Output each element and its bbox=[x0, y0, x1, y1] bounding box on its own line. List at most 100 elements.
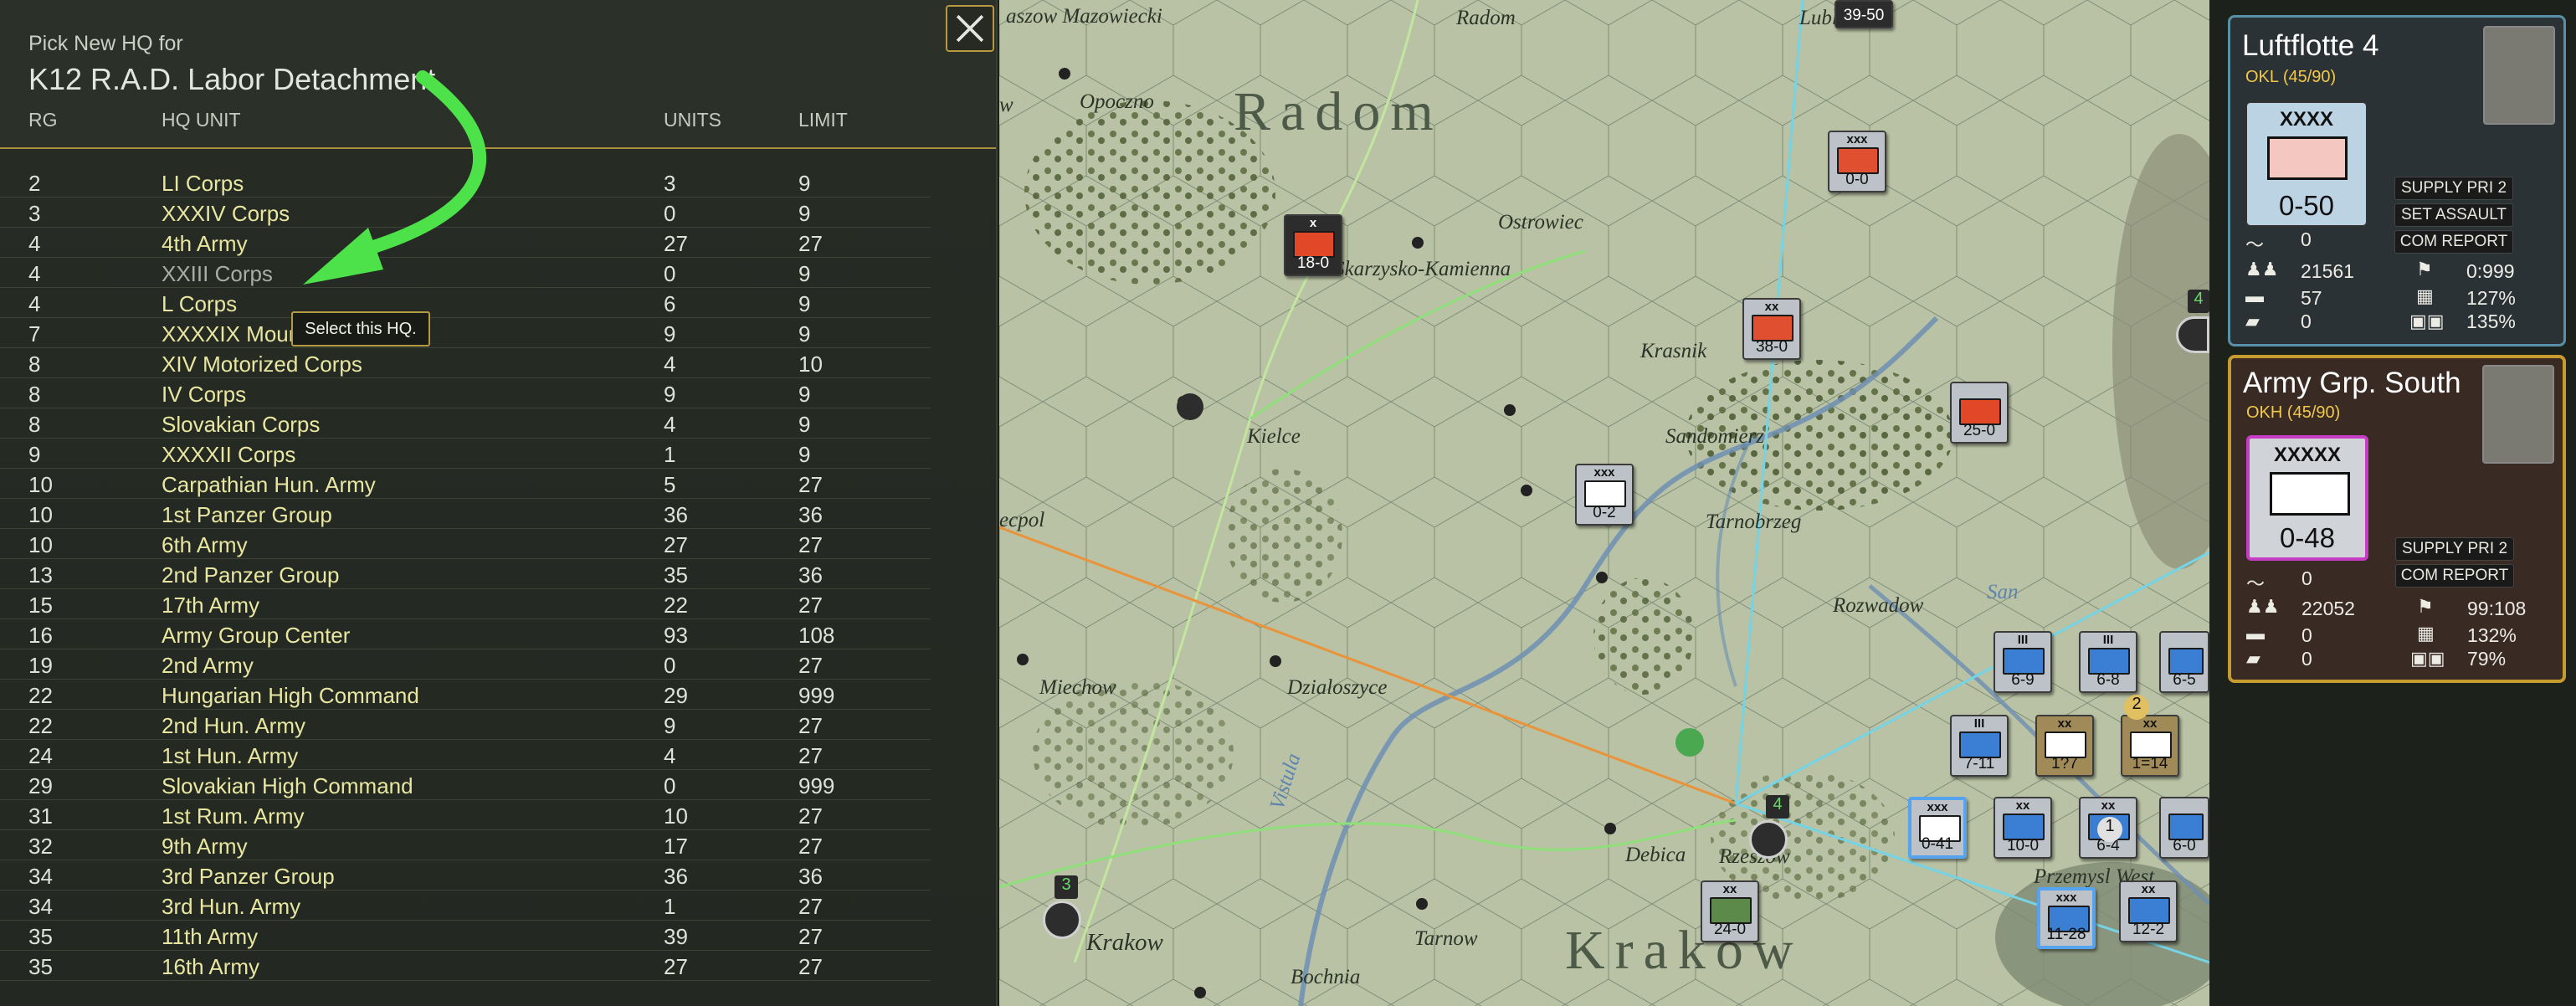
hq-row-name[interactable]: Army Group Center bbox=[162, 623, 350, 649]
column-header-units[interactable]: UNITS bbox=[664, 109, 721, 131]
unit-counter[interactable]: III 6-8 bbox=[2079, 631, 2137, 693]
hq-row-rg: 24 bbox=[28, 743, 53, 768]
hq-list-row[interactable]: 4 L Corps 6 9 bbox=[0, 288, 931, 318]
hq-list-row[interactable]: 32 9th Army 17 27 bbox=[0, 830, 931, 860]
hq-list-row[interactable]: 4 XXIII Corps 0 9 bbox=[0, 258, 931, 288]
hq-row-name[interactable]: Hungarian High Command bbox=[162, 683, 419, 709]
hq-card-name: Luftflotte 4 bbox=[2242, 29, 2379, 62]
unit-counter[interactable]: xx 12-2 bbox=[2119, 880, 2178, 942]
hq-row-name[interactable]: XXXXII Corps bbox=[162, 442, 295, 468]
hq-list-row[interactable]: 34 3rd Panzer Group 36 36 bbox=[0, 860, 931, 891]
hq-card-army-group-south[interactable]: Army Grp. South OKH (45/90) XXXXX 0-48 S… bbox=[2228, 355, 2566, 683]
game-map[interactable]: Radom Krakow aszow Mazowiecki Radom Lubl… bbox=[999, 0, 2209, 1006]
column-header-limit[interactable]: LIMIT bbox=[798, 109, 848, 131]
column-header-rg[interactable]: RG bbox=[28, 109, 58, 131]
hq-row-units: 27 bbox=[664, 231, 688, 256]
hq-list-row[interactable]: 31 1st Rum. Army 10 27 bbox=[0, 800, 931, 830]
hq-row-name[interactable]: XXIII Corps bbox=[162, 261, 273, 287]
hq-row-name[interactable]: Carpathian Hun. Army bbox=[162, 472, 376, 498]
hq-row-name[interactable]: 1st Panzer Group bbox=[162, 502, 332, 528]
unit-counter[interactable]: 6-0 bbox=[2159, 797, 2209, 859]
hq-list-row[interactable]: 35 16th Army 27 27 bbox=[0, 951, 931, 981]
hq-row-name[interactable]: 2nd Hun. Army bbox=[162, 713, 305, 739]
hq-list-row[interactable]: 24 1st Hun. Army 4 27 bbox=[0, 740, 931, 770]
hq-list-row[interactable]: 16 Army Group Center 93 108 bbox=[0, 619, 931, 649]
unit-counter[interactable]: xxx 11-28 bbox=[2037, 887, 2096, 949]
hq-list-row[interactable]: 34 3rd Hun. Army 1 27 bbox=[0, 891, 931, 921]
hq-list-row[interactable]: 7 XXXXIX Mountain Corps 9 9 bbox=[0, 318, 931, 348]
unit-counter[interactable]: x 18-0 bbox=[1284, 214, 1342, 276]
hq-list-row[interactable]: 10 6th Army 27 27 bbox=[0, 529, 931, 559]
unit-counter[interactable]: xx 10-0 bbox=[1994, 797, 2052, 859]
hq-row-name[interactable]: XIV Motorized Corps bbox=[162, 352, 362, 377]
hq-list-row[interactable]: 4 4th Army 27 27 bbox=[0, 228, 931, 258]
com-report-button[interactable]: COM REPORT bbox=[2395, 564, 2514, 588]
hq-selection-panel: Pick New HQ for K12 R.A.D. Labor Detachm… bbox=[0, 0, 998, 1006]
hq-row-name[interactable]: 17th Army bbox=[162, 593, 259, 618]
hq-row-name[interactable]: 1st Rum. Army bbox=[162, 803, 304, 829]
hq-row-name[interactable]: 11th Army bbox=[162, 924, 258, 950]
unit-counter[interactable]: xx 1=14 bbox=[2121, 715, 2179, 777]
hq-row-name[interactable]: 16th Army bbox=[162, 954, 259, 980]
train-unit-icon[interactable] bbox=[2176, 316, 2209, 353]
unit-counter[interactable]: xxx 0-0 bbox=[1828, 131, 1886, 192]
hq-list-row[interactable]: 8 XIV Motorized Corps 4 10 bbox=[0, 348, 931, 378]
hq-row-name[interactable]: 6th Army bbox=[162, 532, 248, 558]
hq-card-luftflotte[interactable]: Luftflotte 4 OKL (45/90) XXXX 0-50 SUPPL… bbox=[2228, 15, 2566, 346]
unit-counter[interactable]: xxx 0-41 bbox=[1908, 797, 1967, 859]
hq-row-name[interactable]: L Corps bbox=[162, 291, 237, 317]
hq-list-row[interactable]: 15 17th Army 22 27 bbox=[0, 589, 931, 619]
com-report-button[interactable]: COM REPORT bbox=[2394, 230, 2513, 254]
hq-row-units: 5 bbox=[664, 472, 676, 497]
hq-list-row[interactable]: 29 Slovakian High Command 0 999 bbox=[0, 770, 931, 800]
hq-list-row[interactable]: 10 1st Panzer Group 36 36 bbox=[0, 499, 931, 529]
column-header-hq-unit[interactable]: HQ UNIT bbox=[162, 109, 241, 131]
hq-row-limit: 9 bbox=[798, 321, 811, 346]
hq-row-name[interactable]: IV Corps bbox=[162, 382, 246, 408]
hq-row-name[interactable]: 1st Hun. Army bbox=[162, 743, 298, 769]
hq-list-row[interactable]: 35 11th Army 39 27 bbox=[0, 921, 931, 951]
train-unit-icon[interactable] bbox=[1043, 901, 1081, 939]
hq-list-row[interactable]: 10 Carpathian Hun. Army 5 27 bbox=[0, 469, 931, 499]
hq-row-name[interactable]: 3rd Panzer Group bbox=[162, 864, 335, 890]
hq-list-row[interactable]: 13 2nd Panzer Group 35 36 bbox=[0, 559, 931, 589]
unit-counter[interactable]: xx 1?7 bbox=[2035, 715, 2094, 777]
hq-row-name[interactable]: 2nd Panzer Group bbox=[162, 562, 339, 588]
set-assault-button[interactable]: SET ASSAULT bbox=[2394, 203, 2513, 227]
hq-list-row[interactable]: 22 2nd Hun. Army 9 27 bbox=[0, 710, 931, 740]
hq-row-name[interactable]: 4th Army bbox=[162, 231, 248, 257]
hq-list-row[interactable]: 3 XXXIV Corps 0 9 bbox=[0, 198, 931, 228]
hq-row-name[interactable]: Slovakian Corps bbox=[162, 412, 320, 438]
unit-counter[interactable]: xx 38-0 bbox=[1742, 298, 1801, 360]
train-unit-icon[interactable] bbox=[1749, 820, 1788, 859]
hq-list-row[interactable]: 22 Hungarian High Command 29 999 bbox=[0, 680, 931, 710]
unit-counter[interactable]: 25-0 bbox=[1950, 382, 2009, 444]
close-button[interactable] bbox=[946, 5, 994, 52]
unit-counter[interactable]: III 6-9 bbox=[1994, 631, 2052, 693]
hq-row-rg: 7 bbox=[28, 321, 41, 346]
unit-counter[interactable]: III 7-11 bbox=[1950, 715, 2009, 777]
unit-counter[interactable]: 6-5 bbox=[2159, 631, 2209, 693]
hq-row-name[interactable]: 3rd Hun. Army bbox=[162, 894, 300, 920]
hq-row-rg: 19 bbox=[28, 653, 53, 678]
hq-row-name[interactable]: 9th Army bbox=[162, 834, 248, 860]
hq-row-name[interactable]: LI Corps bbox=[162, 171, 244, 197]
hq-list-row[interactable]: 8 IV Corps 9 9 bbox=[0, 378, 931, 408]
unit-counter[interactable]: xxx 0-2 bbox=[1575, 464, 1634, 526]
hq-row-name[interactable]: XXXIV Corps bbox=[162, 201, 290, 227]
hq-list-row[interactable]: 8 Slovakian Corps 4 9 bbox=[0, 408, 931, 439]
hq-list-row[interactable]: 19 2nd Army 0 27 bbox=[0, 649, 931, 680]
hq-row-name[interactable]: Slovakian High Command bbox=[162, 773, 413, 799]
hq-row-limit: 27 bbox=[798, 834, 823, 859]
place-label: Tarnobrzeg bbox=[1706, 511, 1802, 533]
hq-row-name[interactable]: 2nd Army bbox=[162, 653, 254, 679]
hq-list-row[interactable]: 9 XXXXII Corps 1 9 bbox=[0, 439, 931, 469]
supply-priority-button[interactable]: SUPPLY PRI 2 bbox=[2395, 537, 2514, 561]
unit-counter[interactable]: xx 24-0 bbox=[1701, 880, 1759, 942]
supply-priority-button[interactable]: SUPPLY PRI 2 bbox=[2394, 177, 2513, 200]
hq-list-row[interactable]: 2 LI Corps 3 9 bbox=[0, 167, 931, 198]
unit-counter[interactable]: 39-50 bbox=[1835, 0, 1893, 28]
air-icon: 〜 bbox=[2245, 234, 2265, 255]
hq-row-limit: 9 bbox=[798, 171, 811, 196]
hq-row-limit: 36 bbox=[798, 562, 823, 588]
